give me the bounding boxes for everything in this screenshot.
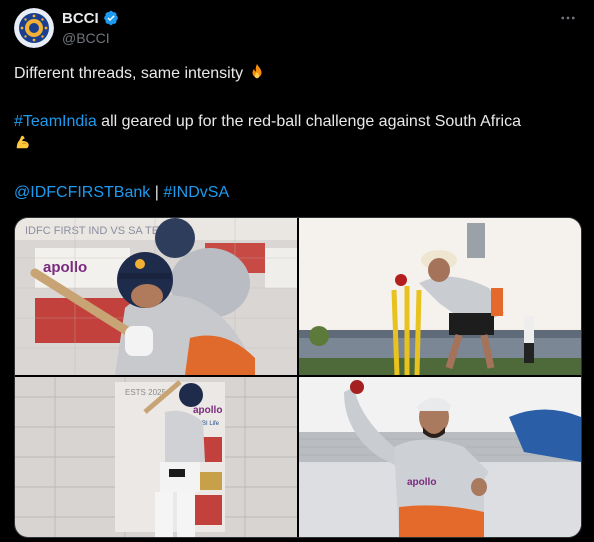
post-author: BCCI @BCCI [62,9,119,46]
post-text-line-3 [14,133,580,154]
author-handle[interactable]: @BCCI [62,30,119,46]
batter-photo-image: IDFC FIRST IND VS SA TE apollo [15,218,297,375]
verified-badge-icon [103,10,118,26]
media-grid: IDFC FIRST IND VS SA TE apollo ESTS 2025… [14,217,582,538]
avatar[interactable] [14,8,54,48]
keeper-photo-image [299,218,581,375]
batter-side-photo-image: ESTS 2025 apollo SBI Life [15,377,297,537]
photo-batter-nets[interactable]: IDFC FIRST IND VS SA TE apollo [15,218,297,375]
mention-idfcfirstbank-link[interactable]: @IDFCFIRSTBank [14,184,150,201]
author-name[interactable]: BCCI [62,10,99,27]
more-dots-icon [561,16,575,20]
hashtag-indvsa-link[interactable]: #INDvSA [163,184,229,201]
flexed-biceps-emoji-icon [16,135,29,149]
more-options-button[interactable] [558,8,578,28]
separator: | [150,184,164,201]
hashtag-teamindia-link[interactable]: #TeamIndia [14,113,97,130]
photo-batter-side[interactable]: ESTS 2025 apollo SBI Life [15,377,297,537]
post-text-line-2: #TeamIndia all geared up for the red-bal… [14,112,580,132]
sponsor-text: apollo [43,259,87,276]
shirt-text: apollo [407,477,436,488]
post-text-line-1: Different threads, same intensity [14,63,580,84]
bowler-photo-image: apollo [299,377,581,537]
post-text-line-4: @IDFCFIRSTBank | #INDvSA [14,183,580,203]
fire-emoji-icon [252,63,262,79]
post-text-body: all geared up for the red-ball challenge… [96,113,521,130]
banner-text: IDFC FIRST IND VS SA TE [25,225,159,237]
bcci-logo-icon [14,8,54,48]
post-text-intro: Different threads, same intensity [14,65,244,82]
photo-keeper-stumps[interactable] [299,218,581,375]
sponsor-text: apollo [193,405,222,416]
photo-bowler[interactable]: apollo [299,377,581,537]
